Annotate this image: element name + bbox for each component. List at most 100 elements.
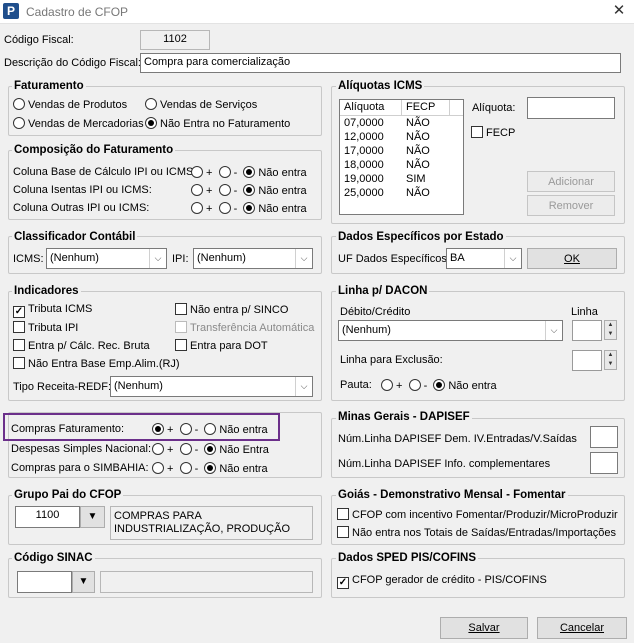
- cancelar-button[interactable]: Cancelar: [537, 617, 627, 639]
- spin-arrows-icon[interactable]: ▲ ▼: [604, 320, 617, 340]
- radio-icon: [191, 166, 203, 178]
- chevron-down-icon: ⌵: [545, 321, 562, 340]
- tributa-icms-checkbox[interactable]: ✓ Tributa ICMS: [13, 303, 92, 318]
- checkbox-icon: [13, 321, 25, 333]
- fomentar-checkbox[interactable]: CFOP com incentivo Fomentar/Produzir/Mic…: [337, 508, 618, 521]
- uf-select[interactable]: BA ⌵: [446, 248, 522, 269]
- aliquota-input[interactable]: [527, 97, 615, 119]
- despesas-simples-label: Despesas Simples Nacional:: [11, 443, 152, 455]
- checkbox-icon: [175, 339, 187, 351]
- radio-icon: [381, 379, 393, 391]
- opt-label: -: [423, 380, 428, 392]
- opt-label: +: [396, 380, 403, 392]
- tipo-receita-select[interactable]: (Nenhum) ⌵: [110, 376, 313, 397]
- fecp-label: FECP: [486, 127, 516, 139]
- table-row[interactable]: 17,0000 NÃO: [340, 144, 434, 158]
- opt-vendas-produtos[interactable]: Vendas de Produtos: [13, 98, 127, 111]
- sinac-code-input[interactable]: [17, 571, 72, 593]
- comp-base-radios[interactable]: + - Não entra: [191, 166, 307, 179]
- nao-entra-base-checkbox[interactable]: Não Entra Base Emp.Alim.(RJ): [13, 357, 180, 370]
- aliquotas-title: Alíquotas ICMS: [336, 80, 425, 92]
- opt-label: -: [233, 167, 238, 179]
- comp-outras-radios[interactable]: + - Não entra: [191, 202, 307, 215]
- table-row[interactable]: 18,0000 NÃO: [340, 158, 434, 172]
- compras-simbahia-radios[interactable]: + - Não entra: [152, 462, 268, 475]
- fecp-checkbox[interactable]: FECP: [471, 126, 515, 139]
- composicao-row-label: Coluna Outras IPI ou ICMS:: [13, 202, 150, 214]
- radio-icon: [152, 443, 164, 455]
- radio-selected-icon: [243, 184, 256, 196]
- opt-label: Não entra: [219, 424, 268, 436]
- adicionar-button[interactable]: Adicionar: [527, 171, 615, 192]
- uf-label: UF Dados Específicos:: [338, 253, 450, 265]
- nao-entra-totais-checkbox[interactable]: Não entra nos Totais de Saídas/Entradas/…: [337, 526, 616, 539]
- table-row[interactable]: 12,0000 NÃO: [340, 130, 434, 144]
- table-row[interactable]: 19,0000 SIM: [340, 172, 434, 186]
- radio-selected-icon: [204, 443, 217, 455]
- despesas-simples-radios[interactable]: + - Não Entra: [152, 443, 269, 456]
- opt-label: Não Entra: [219, 444, 269, 456]
- aliquota-header[interactable]: Alíquota: [340, 100, 402, 115]
- chevron-down-icon: ⌵: [295, 249, 312, 268]
- exclusao-label: Linha para Exclusão:: [340, 354, 443, 366]
- fecp-header[interactable]: FECP: [402, 100, 450, 115]
- grupo-pai-code-input[interactable]: 1100: [15, 506, 80, 528]
- radio-selected-icon: [145, 117, 157, 129]
- opt-nao-entra-faturamento[interactable]: Não Entra no Faturamento: [145, 117, 290, 130]
- icms-select[interactable]: (Nenhum) ⌵: [46, 248, 167, 269]
- ipi-select[interactable]: (Nenhum) ⌵: [193, 248, 313, 269]
- gerador-credito-checkbox[interactable]: ✓ CFOP gerador de crédito - PIS/COFINS: [337, 574, 547, 589]
- indicadores-title: Indicadores: [12, 285, 81, 297]
- compras-faturamento-radios[interactable]: + - Não entra: [152, 423, 268, 436]
- tributa-ipi-checkbox[interactable]: Tributa IPI: [13, 321, 78, 334]
- salvar-button[interactable]: Salvar: [440, 617, 528, 639]
- opt-label: Não entra: [258, 203, 307, 215]
- opt-label: +: [167, 424, 174, 436]
- triangle-down-icon: ▼: [87, 511, 98, 522]
- nao-entra-sinco-checkbox[interactable]: Não entra p/ SINCO: [175, 303, 288, 316]
- pauta-label: Pauta:: [340, 379, 372, 391]
- opt-label: +: [167, 463, 174, 475]
- entra-calc-checkbox[interactable]: Entra p/ Cálc. Rec. Bruta: [13, 339, 150, 352]
- opt-label: -: [194, 424, 199, 436]
- transferencia-checkbox[interactable]: Transferência Automática: [175, 321, 314, 334]
- grupo-pai-description: COMPRAS PARA INDUSTRIALIZAÇÃO, PRODUÇÃO: [110, 506, 313, 540]
- close-icon[interactable]: ✕: [608, 2, 630, 20]
- spin-arrows-icon[interactable]: ▲ ▼: [604, 350, 617, 370]
- debito-value: (Nenhum): [342, 324, 391, 336]
- opt-vendas-mercadorias[interactable]: Vendas de Mercadorias: [13, 117, 144, 130]
- dem-input[interactable]: [590, 426, 618, 448]
- exclusao-spin-input[interactable]: [572, 350, 602, 371]
- grupo-pai-dropdown-button[interactable]: ▼: [80, 506, 105, 528]
- composicao-row-label: Coluna Base de Cálculo IPI ou ICMS:: [13, 166, 197, 178]
- debito-select[interactable]: (Nenhum) ⌵: [338, 320, 563, 341]
- pauta-radios[interactable]: + - Não entra: [381, 379, 497, 392]
- opt-label: -: [194, 444, 199, 456]
- opt-label: +: [206, 203, 213, 215]
- descricao-input[interactable]: Compra para comercialização: [140, 53, 621, 73]
- opt-label: -: [233, 203, 238, 215]
- radio-icon: [13, 117, 25, 129]
- radio-icon: [145, 98, 157, 110]
- info-input[interactable]: [590, 452, 618, 474]
- opt-label: Não entra: [258, 167, 307, 179]
- debito-label: Débito/Crédito: [340, 306, 411, 318]
- linha-dacon-title: Linha p/ DACON: [336, 285, 430, 297]
- chk-label: Entra para DOT: [190, 340, 268, 352]
- aliquotas-table[interactable]: Alíquota FECP 07,0000 NÃO 12,0000 NÃO 17,0…: [339, 99, 464, 215]
- opt-label: Não entra: [448, 380, 497, 392]
- window-title: Cadastro de CFOP: [26, 5, 129, 19]
- opt-vendas-servicos[interactable]: Vendas de Serviços: [145, 98, 257, 111]
- ok-button[interactable]: OK: [527, 248, 617, 269]
- radio-icon: [191, 202, 203, 214]
- table-row[interactable]: 25,0000 NÃO: [340, 186, 434, 200]
- ipi-value: (Nenhum): [197, 252, 246, 264]
- radio-icon: [13, 98, 25, 110]
- entra-dot-checkbox[interactable]: Entra para DOT: [175, 339, 268, 352]
- comp-isentas-radios[interactable]: + - Não entra: [191, 184, 307, 197]
- table-row[interactable]: 07,0000 NÃO: [340, 116, 434, 130]
- linha-spin-input[interactable]: [572, 320, 602, 341]
- sinac-dropdown-button[interactable]: ▼: [72, 571, 95, 593]
- remover-button[interactable]: Remover: [527, 195, 615, 216]
- opt-label: +: [206, 167, 213, 179]
